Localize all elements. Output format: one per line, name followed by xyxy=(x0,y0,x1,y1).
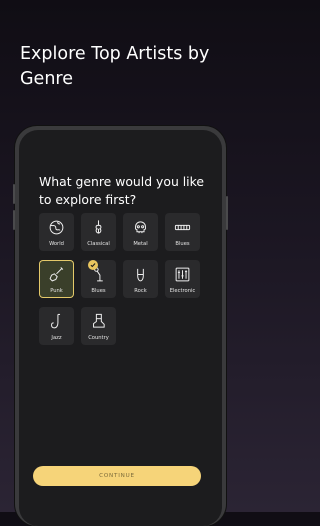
rock-hand-icon xyxy=(137,268,144,282)
cowboy-boot-icon xyxy=(93,313,105,328)
genre-tile-world[interactable]: World xyxy=(39,213,74,251)
selected-check-icon xyxy=(88,260,98,270)
genre-label: Rock xyxy=(134,288,147,294)
genre-tile-blues[interactable]: Blues xyxy=(165,213,200,251)
genre-tile-electronic[interactable]: Electronic xyxy=(165,260,200,298)
globe-icon xyxy=(49,220,64,235)
genre-label: Blues xyxy=(91,288,106,294)
genre-label: World xyxy=(49,241,64,247)
genre-question: What genre would you like to explore fir… xyxy=(39,174,204,207)
genre-label: Metal xyxy=(133,241,148,247)
continue-button[interactable]: CONTINUE xyxy=(33,466,201,486)
genre-tile-classical[interactable]: Classical xyxy=(81,213,116,251)
harmonica-icon xyxy=(174,224,191,231)
violin-icon xyxy=(95,220,102,234)
genre-tile-blues-2[interactable]: Blues xyxy=(81,260,116,298)
headline: Explore Top Artists by Genre xyxy=(20,44,210,89)
genre-tile-jazz[interactable]: Jazz xyxy=(39,307,74,345)
phone-screen: What genre would you like to explore fir… xyxy=(19,130,222,526)
genre-label: Punk xyxy=(50,288,63,294)
skull-icon xyxy=(135,221,146,234)
mixer-icon xyxy=(175,267,190,282)
punk-guitar-icon xyxy=(49,267,64,282)
saxophone-icon xyxy=(51,313,61,329)
genre-tile-punk[interactable]: Punk xyxy=(39,260,74,298)
genre-label: Jazz xyxy=(51,335,62,341)
genre-label: Classical xyxy=(87,241,110,247)
genre-label: Electronic xyxy=(169,288,196,294)
phone-volume-button xyxy=(13,210,15,230)
phone-volume-button xyxy=(13,184,15,204)
genre-label: Blues xyxy=(175,241,190,247)
phone-frame: What genre would you like to explore fir… xyxy=(13,126,228,526)
genre-tile-rock[interactable]: Rock xyxy=(123,260,158,298)
genre-label: Country xyxy=(88,335,109,341)
phone-side-button xyxy=(226,196,228,230)
genre-tile-metal[interactable]: Metal xyxy=(123,213,158,251)
genre-tile-country[interactable]: Country xyxy=(81,307,116,345)
